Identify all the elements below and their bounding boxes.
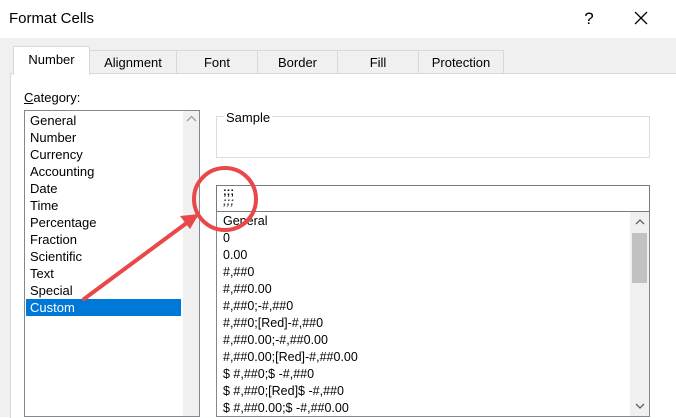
format-item[interactable]: 0 xyxy=(223,230,230,247)
category-item-number[interactable]: Number xyxy=(26,129,181,146)
close-button[interactable] xyxy=(626,6,656,32)
sample-label: Sample xyxy=(224,110,273,125)
format-item[interactable]: #,##0.00;-#,##0.00 xyxy=(223,332,328,349)
category-label-rest: ategory: xyxy=(33,90,81,105)
format-item[interactable]: #,##0;[Red]-#,##0 xyxy=(223,315,323,332)
tab-protection[interactable]: Protection xyxy=(418,50,504,73)
scrollbar-thumb[interactable] xyxy=(632,233,647,283)
format-item[interactable]: #,##0.00;[Red]-#,##0.00 xyxy=(223,349,358,366)
help-button[interactable]: ? xyxy=(575,6,603,32)
format-item[interactable]: $ #,##0;$ -#,##0 xyxy=(223,366,314,383)
tab-number[interactable]: Number xyxy=(13,46,90,75)
category-item-date[interactable]: Date xyxy=(26,180,181,197)
type-input-value: ;;; ;;; xyxy=(223,187,234,208)
category-item-currency[interactable]: Currency xyxy=(26,146,181,163)
window-title: Format Cells xyxy=(9,10,95,27)
format-item[interactable]: 0.00 xyxy=(223,247,247,264)
format-item[interactable]: #,##0.00 xyxy=(223,281,272,298)
tab-fill[interactable]: Fill xyxy=(337,50,419,73)
title-bar: Format Cells ? xyxy=(0,0,676,38)
chevron-down-icon[interactable] xyxy=(635,403,645,410)
tab-border[interactable]: Border xyxy=(257,50,338,73)
tab-alignment[interactable]: Alignment xyxy=(89,50,177,73)
category-label: Category: xyxy=(24,90,80,105)
type-input[interactable]: ;;; ;;; xyxy=(216,185,650,212)
format-item[interactable]: #,##0 xyxy=(223,264,254,281)
format-item[interactable]: #,##0;-#,##0 xyxy=(223,298,293,315)
category-item-percentage[interactable]: Percentage xyxy=(26,214,181,231)
category-item-accounting[interactable]: Accounting xyxy=(26,163,181,180)
category-item-fraction[interactable]: Fraction xyxy=(26,231,181,248)
format-item[interactable]: $ #,##0;[Red]$ -#,##0 xyxy=(223,383,344,400)
format-item[interactable]: General xyxy=(223,213,267,230)
sample-group-box xyxy=(216,116,650,158)
chevron-up-icon[interactable] xyxy=(186,115,197,122)
type-value-line-2: ;;; xyxy=(223,196,234,208)
category-item-custom[interactable]: Custom xyxy=(26,299,181,316)
category-scrollbar[interactable] xyxy=(183,111,199,416)
tab-font[interactable]: Font xyxy=(176,50,258,73)
category-item-time[interactable]: Time xyxy=(26,197,181,214)
category-label-accel: C xyxy=(24,90,34,105)
chevron-up-icon[interactable] xyxy=(635,218,645,225)
category-item-general[interactable]: General xyxy=(26,112,181,129)
category-item-scientific[interactable]: Scientific xyxy=(26,248,181,265)
category-item-special[interactable]: Special xyxy=(26,282,181,299)
format-code-listbox[interactable]: General 0 0.00 #,##0 #,##0.00 #,##0;-#,#… xyxy=(216,212,650,417)
category-item-text[interactable]: Text xyxy=(26,265,181,282)
category-listbox[interactable]: General Number Currency Accounting Date … xyxy=(24,110,200,417)
format-scrollbar[interactable] xyxy=(630,212,649,416)
format-item[interactable]: $ #,##0.00;$ -#,##0.00 xyxy=(223,400,349,416)
close-icon xyxy=(634,11,648,25)
